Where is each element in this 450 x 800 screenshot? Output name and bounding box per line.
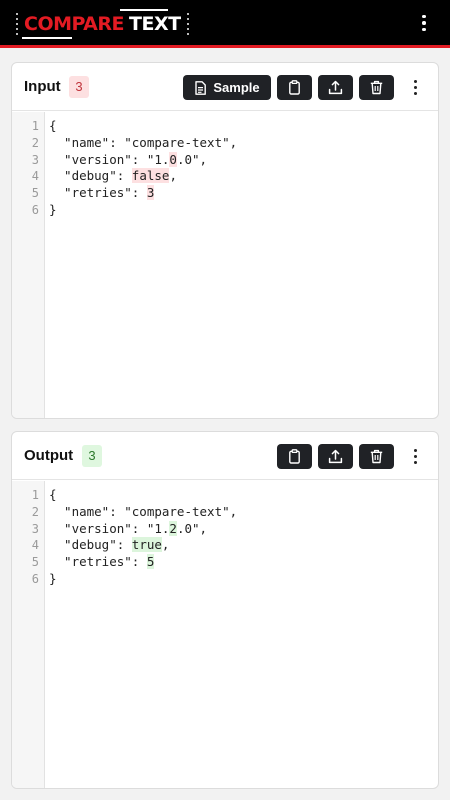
input-line-number: 1: [31, 119, 39, 133]
input-code-line[interactable]: "version": "1.0.0",: [49, 151, 438, 169]
input-line-number: 3: [31, 152, 39, 167]
code-token: {: [49, 487, 57, 502]
output-diff-count-badge: 3: [82, 445, 102, 467]
app-header: COMPARE TEXT: [0, 0, 450, 48]
output-code-line[interactable]: }: [49, 571, 438, 588]
sample-button-label: Sample: [213, 80, 260, 95]
added-token: true: [131, 537, 162, 553]
code-token: "debug":: [49, 168, 132, 184]
trash-icon: [370, 80, 383, 95]
output-line-number: 4: [31, 538, 39, 553]
output-code-line[interactable]: "name": "compare-text",: [49, 504, 438, 521]
removed-token: 3: [146, 185, 155, 201]
input-code-line[interactable]: }: [49, 202, 438, 219]
output-panel-title: Output: [24, 447, 74, 464]
added-token: 2: [169, 520, 177, 536]
logo-word-text: TEXT: [129, 13, 181, 35]
logo-dotted-rule-right: [186, 13, 189, 35]
input-code-editor[interactable]: 1 2 3 4 56 { "name": "compare-text", "versio…: [12, 112, 438, 418]
code-token: "version": "1.: [49, 520, 170, 536]
output-line-number: 3: [31, 521, 39, 536]
output-panel-header: Output 3: [12, 432, 438, 480]
output-line-number: 5: [31, 555, 39, 570]
added-token: 5: [146, 554, 155, 570]
upload-icon: [328, 449, 343, 464]
output-copy-button[interactable]: [277, 444, 312, 469]
input-diff-count-badge: 3: [69, 76, 89, 98]
code-token: }: [49, 570, 57, 586]
input-code-line[interactable]: "name": "compare-text",: [49, 135, 438, 152]
input-panel-title: Input: [24, 78, 61, 95]
output-line-gutter: 1 2 3 4 56: [12, 481, 45, 788]
output-upload-button[interactable]: [318, 444, 353, 469]
removed-token: 0: [169, 151, 177, 167]
clipboard-icon: [289, 449, 300, 464]
output-clear-button[interactable]: [359, 444, 394, 469]
code-token: "name": "compare-text",: [49, 134, 238, 150]
output-code-line[interactable]: "debug": true,: [49, 537, 438, 554]
trash-icon: [370, 449, 383, 464]
upload-icon: [328, 80, 343, 95]
input-panel-header: Input 3 Sample: [12, 63, 438, 111]
input-line-number: 2: [31, 135, 39, 150]
output-code-line[interactable]: {: [49, 487, 438, 504]
code-token: .0",: [176, 520, 208, 536]
logo-word-compare: COMPARE: [24, 13, 125, 35]
input-panel-menu-icon[interactable]: [409, 77, 421, 97]
code-token: ,: [169, 168, 177, 184]
logo-dotted-rule-left: [16, 13, 18, 35]
output-code-editor[interactable]: 123456 { "name": "compare-text", "versio…: [12, 481, 438, 788]
code-token: "retries":: [49, 185, 147, 201]
code-token: "version": "1.: [49, 151, 170, 167]
input-line-gutter: 1 2 3 4 56: [12, 112, 45, 418]
compare-text-logo[interactable]: COMPARE TEXT: [16, 8, 189, 40]
clipboard-icon: [289, 80, 300, 95]
input-code-lines[interactable]: { "name": "compare-text", "version": "1.…: [49, 118, 438, 219]
input-line-number: 4: [31, 169, 39, 184]
code-token: .0",: [176, 151, 208, 167]
document-icon: [195, 80, 207, 95]
input-clear-button[interactable]: [359, 75, 394, 100]
code-token: }: [49, 201, 57, 217]
removed-token: false: [131, 168, 170, 184]
input-panel: Input 3 Sample 1 2 3 4 5 6 {"name": "co…: [11, 62, 439, 419]
output-line-number: 2: [31, 504, 39, 519]
input-code-line[interactable]: "debug": false,: [49, 168, 438, 185]
sample-button[interactable]: Sample: [183, 75, 271, 100]
logo-rule-bottom: [22, 37, 72, 39]
input-code-line[interactable]: "retries": 3: [49, 185, 438, 202]
input-code-line[interactable]: {: [49, 118, 438, 135]
code-token: "debug":: [49, 537, 132, 553]
code-token: {: [49, 118, 57, 133]
output-panel: Output 3 123456 { "name": "compare-text"…: [11, 431, 439, 789]
input-paste-button[interactable]: [277, 75, 312, 100]
output-code-lines[interactable]: { "name": "compare-text", "version": "1.…: [49, 487, 438, 588]
output-code-line[interactable]: "version": "1.2.0",: [49, 520, 438, 538]
code-token: ,: [161, 537, 170, 553]
output-line-number: 1: [31, 488, 39, 502]
logo-rule-top: [120, 9, 168, 11]
code-token: "name": "compare-text",: [49, 503, 238, 519]
input-line-number: 6: [31, 202, 39, 217]
output-line-number: 6: [31, 571, 39, 586]
input-line-number: 5: [31, 186, 39, 201]
output-code-line[interactable]: "retries": 5: [49, 554, 438, 571]
header-menu-icon[interactable]: [418, 12, 430, 34]
output-panel-menu-icon[interactable]: [409, 446, 421, 466]
code-token: "retries":: [49, 554, 147, 570]
input-upload-button[interactable]: [318, 75, 353, 100]
